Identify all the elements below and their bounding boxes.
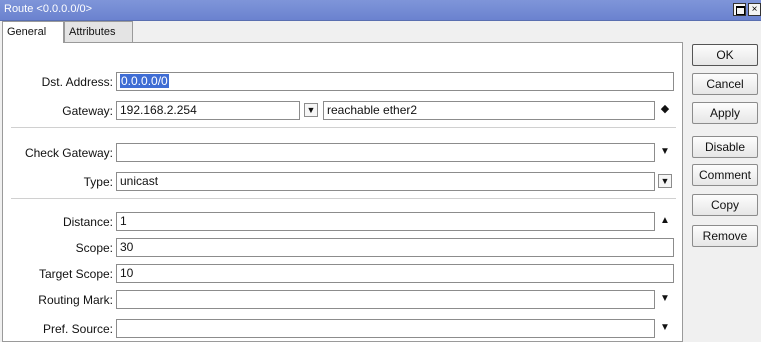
tab-general[interactable]: General	[2, 21, 64, 43]
maximize-icon[interactable]	[733, 3, 746, 16]
apply-button[interactable]: Apply	[692, 102, 758, 124]
type-dropdown-icon[interactable]: ▼	[658, 174, 672, 188]
routing-mark-dropdown-icon[interactable]: ▼	[658, 292, 672, 306]
distance-collapse-icon[interactable]: ▲	[658, 214, 672, 228]
routing-mark-field[interactable]	[116, 290, 655, 309]
copy-button[interactable]: Copy	[692, 194, 758, 216]
pref-source-label: Pref. Source:	[42, 322, 113, 336]
separator	[11, 198, 676, 199]
type-label: Type:	[83, 175, 113, 189]
distance-field[interactable]: 1	[116, 212, 655, 231]
separator	[11, 127, 676, 128]
routing-mark-label: Routing Mark:	[38, 293, 113, 307]
check-gateway-field[interactable]	[116, 143, 655, 162]
type-field[interactable]: unicast	[116, 172, 655, 191]
gateway-dropdown-icon[interactable]: ▼	[304, 103, 318, 117]
gateway-field[interactable]: 192.168.2.254	[116, 101, 300, 120]
target-scope-label: Target Scope:	[38, 267, 113, 281]
check-gateway-dropdown-icon[interactable]: ▼	[658, 145, 672, 159]
check-gateway-label: Check Gateway:	[24, 146, 113, 160]
comment-button[interactable]: Comment	[692, 164, 758, 186]
ok-button[interactable]: OK	[692, 44, 758, 66]
scope-label: Scope:	[75, 241, 113, 255]
close-icon[interactable]: ×	[748, 3, 761, 16]
dst-address-value: 0.0.0.0/0	[120, 74, 169, 88]
target-scope-field[interactable]: 10	[116, 264, 674, 283]
gateway-status-field: reachable ether2	[323, 101, 655, 120]
distance-label: Distance:	[62, 215, 113, 229]
dst-address-label: Dst. Address:	[41, 75, 113, 89]
gateway-stepper-icon[interactable]: ◆	[658, 103, 672, 117]
pref-source-field[interactable]	[116, 319, 655, 338]
scope-field[interactable]: 30	[116, 238, 674, 257]
pref-source-dropdown-icon[interactable]: ▼	[658, 321, 672, 335]
gateway-label: Gateway:	[62, 104, 113, 118]
tab-attributes[interactable]: Attributes	[64, 21, 133, 42]
title-bar[interactable]: Route <0.0.0.0/0> ×	[0, 0, 761, 21]
cancel-button[interactable]: Cancel	[692, 73, 758, 95]
window-title: Route <0.0.0.0/0>	[4, 3, 93, 15]
remove-button[interactable]: Remove	[692, 225, 758, 247]
general-panel: Dst. Address: 0.0.0.0/0 Gateway: 192.168…	[2, 42, 683, 342]
dst-address-field[interactable]: 0.0.0.0/0	[116, 72, 674, 91]
disable-button[interactable]: Disable	[692, 136, 758, 158]
